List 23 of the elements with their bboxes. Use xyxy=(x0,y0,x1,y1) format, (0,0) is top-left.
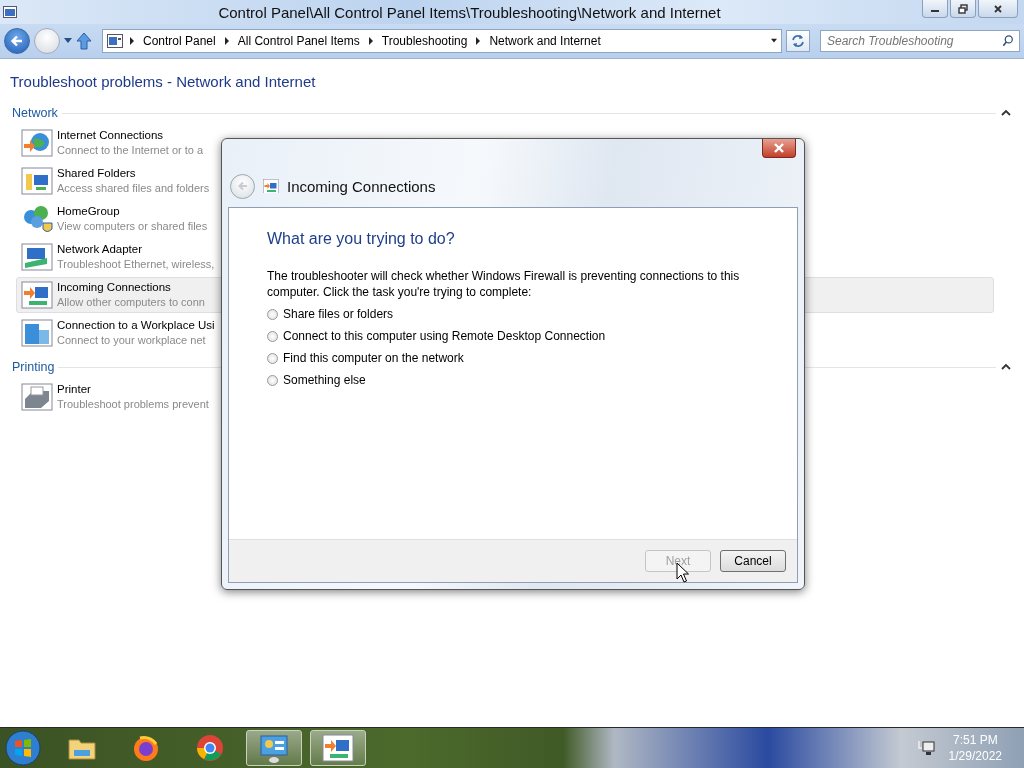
window-title: Control Panel\All Control Panel Items\Troubleshooting\Network and Internet xyxy=(217,3,722,21)
item-title: Internet Connections xyxy=(57,128,165,143)
page-heading: Troubleshoot problems - Network and Internet xyxy=(10,73,317,90)
item-title: Network Adapter xyxy=(57,242,143,257)
item-description: Connect to your workplace net xyxy=(57,333,207,348)
item-title: Connection to a Workplace Usi xyxy=(57,318,215,333)
item-description: Troubleshoot Ethernet, wireless, xyxy=(57,257,215,272)
item-title: Incoming Connections xyxy=(57,280,172,295)
section-heading: Printing xyxy=(12,360,55,374)
dialog-instructions: The troubleshooter will check whether Windows Firewall is preventing connections to this computer. Click the task you're trying to complete: xyxy=(267,268,741,300)
item-description: Access shared files and folders xyxy=(57,181,210,196)
dialog-title: Incoming Connections xyxy=(287,177,436,195)
dialog-question: What are you trying to do? xyxy=(267,230,456,248)
item-description: Troubleshoot problems prevent xyxy=(57,397,209,412)
section-heading: Network xyxy=(12,106,58,120)
item-title: HomeGroup xyxy=(57,204,121,219)
clock-date: 1/29/2022 xyxy=(948,748,1002,764)
clock-time: 7:51 PM xyxy=(952,732,998,748)
item-title: Printer xyxy=(57,382,92,397)
item-title: Shared Folders xyxy=(57,166,137,181)
item-description: Allow other computers to conn xyxy=(57,295,205,310)
item-description: Connect to the Internet or to a xyxy=(57,143,204,158)
item-description: View computers or shared files xyxy=(57,219,208,234)
